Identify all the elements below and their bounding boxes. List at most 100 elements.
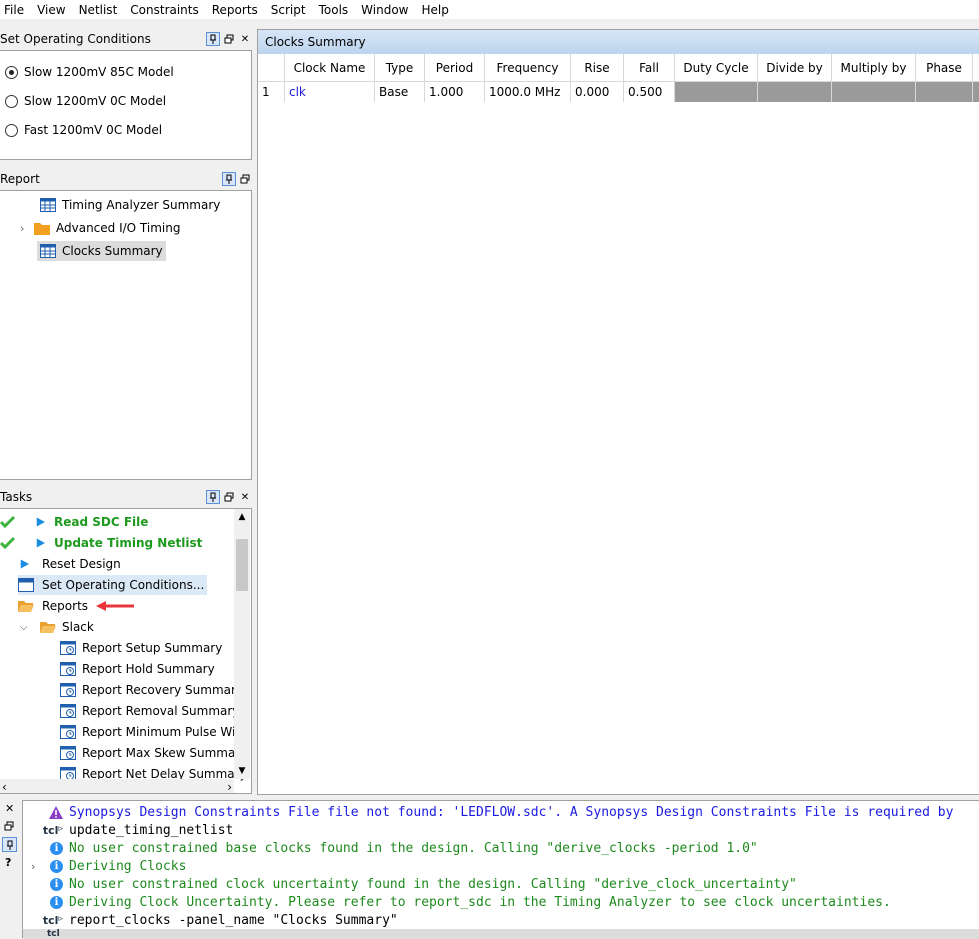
menu-help[interactable]: Help [416, 3, 456, 17]
float-icon[interactable] [4, 820, 14, 834]
chevron-right-icon[interactable]: › [20, 222, 34, 235]
task-report-max-skew-summary[interactable]: Report Max Skew Summary [60, 743, 247, 763]
report-titlebar: Report [0, 169, 252, 189]
col-phase[interactable]: Phase [916, 54, 973, 82]
report-title: Report [0, 172, 40, 186]
menu-constraints[interactable]: Constraints [125, 3, 206, 17]
task-slack[interactable]: ⌵ Slack [20, 617, 94, 637]
op-option-slow-85c[interactable]: Slow 1200mV 85C Model [5, 65, 174, 79]
window-icon [18, 578, 34, 592]
clocks-table-header: Clock Name Type Period Frequency Rise Fa… [258, 54, 979, 82]
col-rise[interactable]: Rise [571, 54, 624, 82]
clocks-summary-tab[interactable]: Clocks Summary [258, 30, 979, 54]
close-icon[interactable]: ✕ [238, 32, 252, 46]
console-line-info: i No user constrained base clocks found … [23, 839, 758, 857]
table-row[interactable]: 1 clk Base 1.000 1000.0 MHz 0.000 0.500 [258, 82, 979, 102]
tcl-prompt-icon: tcl [42, 913, 59, 927]
menu-reports[interactable]: Reports [207, 3, 266, 17]
chevron-right-icon[interactable]: › [31, 860, 35, 873]
pin-icon[interactable] [206, 490, 220, 504]
scroll-right-icon[interactable]: › [227, 779, 232, 793]
checkmark-icon [0, 536, 16, 550]
report-icon [60, 746, 76, 760]
chevron-down-icon[interactable]: ⌵ [20, 622, 40, 633]
tasks-list: Read SDC File Update Timing Netlist Rese… [0, 508, 252, 794]
cell-phase [916, 82, 973, 102]
info-icon: i [50, 877, 63, 891]
col-multiply-by[interactable]: Multiply by [832, 54, 916, 82]
menu-file[interactable]: File [0, 3, 32, 17]
cell-frequency: 1000.0 MHz [485, 82, 571, 102]
pin-icon[interactable] [206, 32, 220, 46]
col-period[interactable]: Period [425, 54, 485, 82]
op-conditions-title: Set Operating Conditions [0, 32, 151, 46]
report-tree: Timing Analyzer Summary › Advanced I/O T… [0, 190, 252, 480]
float-icon[interactable] [238, 172, 252, 186]
console-line-info: › i Deriving Clocks [31, 858, 187, 874]
menu-bar: File View Netlist Constraints Reports Sc… [0, 0, 979, 19]
console-side-toolbar: ✕ ? [0, 800, 22, 938]
red-arrow-icon [96, 601, 135, 611]
pin-icon[interactable] [222, 172, 236, 186]
op-option-fast-0c[interactable]: Fast 1200mV 0C Model [5, 123, 162, 137]
close-icon[interactable]: ✕ [238, 490, 252, 504]
pin-icon[interactable] [2, 837, 17, 852]
menu-tools[interactable]: Tools [314, 3, 357, 17]
clocks-summary-title: Clocks Summary [265, 35, 366, 49]
report-icon [60, 662, 76, 676]
menu-script[interactable]: Script [266, 3, 314, 17]
cell-period: 1.000 [425, 82, 485, 102]
report-icon [60, 725, 76, 739]
task-reset-design[interactable]: Reset Design [20, 554, 121, 574]
op-conditions-titlebar: Set Operating Conditions ✕ [0, 29, 252, 49]
task-read-sdc-file[interactable]: Read SDC File [0, 512, 148, 532]
row-number: 1 [258, 82, 285, 102]
float-icon[interactable] [222, 32, 236, 46]
cell-rise: 0.000 [571, 82, 624, 102]
col-type[interactable]: Type [375, 54, 425, 82]
radio[interactable] [5, 94, 18, 108]
task-set-operating-conditions[interactable]: Set Operating Conditions... [18, 575, 208, 595]
report-item-clocks-summary[interactable]: Clocks Summary [37, 241, 166, 261]
radio[interactable] [5, 123, 18, 137]
tasks-horizontal-scrollbar[interactable]: ‹ › [0, 779, 234, 793]
close-icon[interactable]: ✕ [5, 802, 14, 815]
console-line-tcl: tcl ▹ update_timing_netlist [42, 822, 234, 838]
task-report-hold-summary[interactable]: Report Hold Summary [60, 659, 215, 679]
col-duty-cycle[interactable]: Duty Cycle [675, 54, 758, 82]
task-reports[interactable]: Reports [18, 596, 135, 616]
cell-duty-cycle [675, 82, 758, 102]
tasks-titlebar: Tasks ✕ [0, 487, 252, 507]
scroll-down-icon[interactable]: ▼ [234, 763, 250, 779]
col-frequency[interactable]: Frequency [485, 54, 571, 82]
radio-selected[interactable] [5, 65, 18, 79]
scroll-left-icon[interactable]: ‹ [2, 779, 7, 793]
op-option-slow-0c[interactable]: Slow 1200mV 0C Model [5, 94, 166, 108]
cell-type: Base [375, 82, 425, 102]
menu-view[interactable]: View [32, 3, 73, 17]
menu-netlist[interactable]: Netlist [74, 3, 126, 17]
report-item-advanced-io-timing[interactable]: › Advanced I/O Timing [20, 218, 180, 238]
row-number-header [258, 54, 285, 82]
menu-window[interactable]: Window [356, 3, 416, 17]
report-item-timing-analyzer-summary[interactable]: Timing Analyzer Summary [40, 195, 220, 215]
col-divide-by[interactable]: Divide by [758, 54, 832, 82]
play-icon [20, 559, 29, 569]
folder-open-icon [40, 622, 56, 633]
scrollbar-thumb[interactable] [236, 539, 248, 591]
task-report-setup-summary[interactable]: Report Setup Summary [60, 638, 222, 658]
help-icon[interactable]: ? [5, 856, 11, 869]
table-icon [40, 198, 56, 212]
tasks-vertical-scrollbar[interactable]: ▲ ▼ [234, 509, 250, 779]
col-clock-name[interactable]: Clock Name [285, 54, 375, 82]
task-report-removal-summary[interactable]: Report Removal Summary [60, 701, 239, 721]
task-report-min-pulse-width[interactable]: Report Minimum Pulse Widtl [60, 722, 251, 742]
scroll-up-icon[interactable]: ▲ [234, 509, 250, 525]
col-fall[interactable]: Fall [624, 54, 675, 82]
task-update-timing-netlist[interactable]: Update Timing Netlist [0, 533, 202, 553]
cell-extra [973, 82, 979, 102]
task-report-recovery-summary[interactable]: Report Recovery Summary [60, 680, 243, 700]
float-icon[interactable] [222, 490, 236, 504]
warning-icon [49, 805, 63, 819]
cell-clock-name[interactable]: clk [285, 82, 375, 102]
